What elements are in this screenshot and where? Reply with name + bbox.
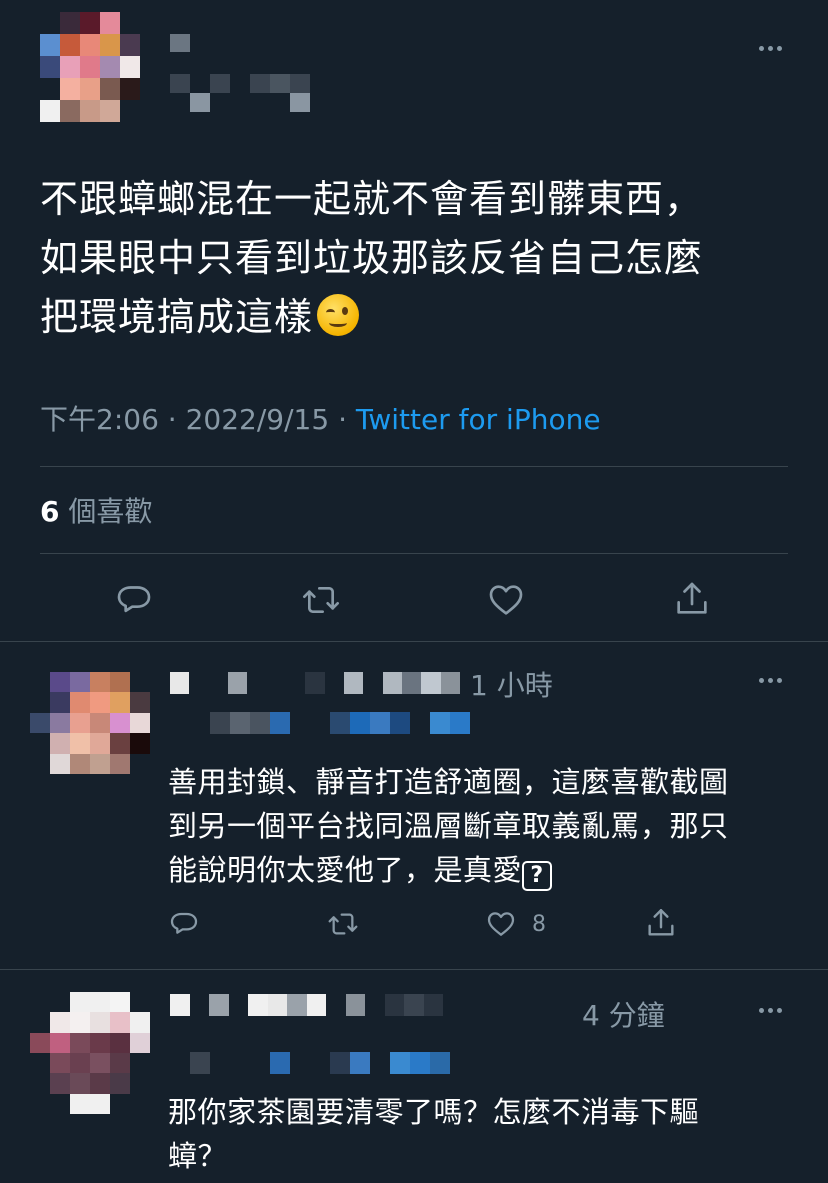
main-tweet: 不跟蟑螂混在一起就不會看到髒東西， 如果眼中只看到垃圾那該反省自己怎麼 把環境搞…	[0, 0, 828, 642]
divider	[0, 641, 828, 642]
more-options-icon[interactable]	[750, 38, 790, 58]
avatar[interactable]	[30, 672, 150, 774]
reply-text-line: 那你家茶園要清零了嗎？怎麼不消毒下驅	[168, 1095, 700, 1129]
avatar[interactable]	[40, 12, 140, 122]
divider	[0, 969, 828, 970]
reply-text-line: 蟑？	[168, 1139, 228, 1173]
tweet-text-line: 不跟蟑螂混在一起就不會看到髒東西，	[40, 177, 704, 221]
retweet-button[interactable]	[326, 908, 360, 940]
reply-text-line-content: 能說明你太愛他了，是真愛	[168, 853, 523, 887]
like-button[interactable]: 8	[484, 908, 546, 940]
reply-button[interactable]	[168, 908, 200, 940]
likes-count: 6	[40, 495, 60, 528]
question-mark-box-icon: ?	[522, 861, 553, 891]
reply-button[interactable]	[114, 580, 154, 620]
author-name-redacted[interactable]	[170, 34, 190, 52]
share-icon	[677, 582, 707, 614]
heart-icon	[489, 585, 523, 615]
tweet-meta: 下午2:06 · 2022/9/15 · Twitter for iPhone	[40, 398, 601, 438]
reply-timestamp[interactable]: 4 分鐘	[582, 994, 665, 1034]
tweet-text-line: 如果眼中只看到垃圾那該反省自己怎麼	[40, 236, 704, 280]
reply-icon	[170, 912, 198, 934]
like-count: 8	[532, 911, 546, 937]
reply-author-name-redacted[interactable]	[170, 994, 560, 1016]
tweet-text: 不跟蟑螂混在一起就不會看到髒東西， 如果眼中只看到垃圾那該反省自己怎麼 把環境搞…	[40, 170, 800, 347]
reply-text: 善用封鎖、靜音打造舒適圈，這麼喜歡截圖 到另一個平台找同溫層斷章取義亂罵，那只 …	[168, 760, 788, 892]
retweet-button[interactable]	[300, 580, 342, 620]
share-button[interactable]	[644, 906, 678, 940]
reply-author-handle-redacted[interactable]	[170, 1052, 470, 1074]
reply-author-handle-redacted[interactable]	[170, 712, 470, 734]
reply-text-line: 到另一個平台找同溫層斷章取義亂罵，那只	[168, 809, 729, 843]
more-options-icon[interactable]	[750, 1000, 790, 1020]
divider	[40, 553, 788, 554]
share-button[interactable]	[672, 578, 712, 620]
like-button[interactable]	[486, 580, 526, 620]
reply-timestamp[interactable]: 1 小時	[470, 664, 553, 704]
divider	[40, 466, 788, 467]
reply-author-name-redacted[interactable]	[170, 672, 460, 694]
heart-icon	[487, 912, 515, 936]
retweet-icon	[303, 587, 339, 613]
winking-face-emoji-icon	[317, 294, 360, 336]
avatar[interactable]	[30, 992, 150, 1114]
reply-text: 那你家茶園要清零了嗎？怎麼不消毒下驅 蟑？	[168, 1090, 788, 1178]
tweet-text-line: 把環境搞成這樣	[40, 288, 800, 347]
reply-text-line: 能說明你太愛他了，是真愛?	[168, 848, 788, 892]
retweet-icon	[328, 913, 358, 935]
tweet-source-link[interactable]: Twitter for iPhone	[356, 403, 601, 436]
tweet-time[interactable]: 下午2:06	[40, 403, 159, 436]
tweet-date[interactable]: 2022/9/15	[186, 403, 330, 436]
likes-label: 個喜歡	[68, 495, 153, 528]
likes-count-link[interactable]: 6 個喜歡	[40, 490, 152, 530]
more-options-icon[interactable]	[750, 670, 790, 690]
meta-separator: ·	[338, 403, 347, 436]
meta-separator: ·	[167, 403, 177, 436]
reply-icon	[117, 586, 151, 613]
share-icon	[648, 909, 674, 936]
tweet-text-line-content: 把環境搞成這樣	[40, 295, 314, 339]
reply-text-line: 善用封鎖、靜音打造舒適圈，這麼喜歡截圖	[168, 765, 729, 799]
author-handle-redacted[interactable]	[170, 74, 330, 112]
